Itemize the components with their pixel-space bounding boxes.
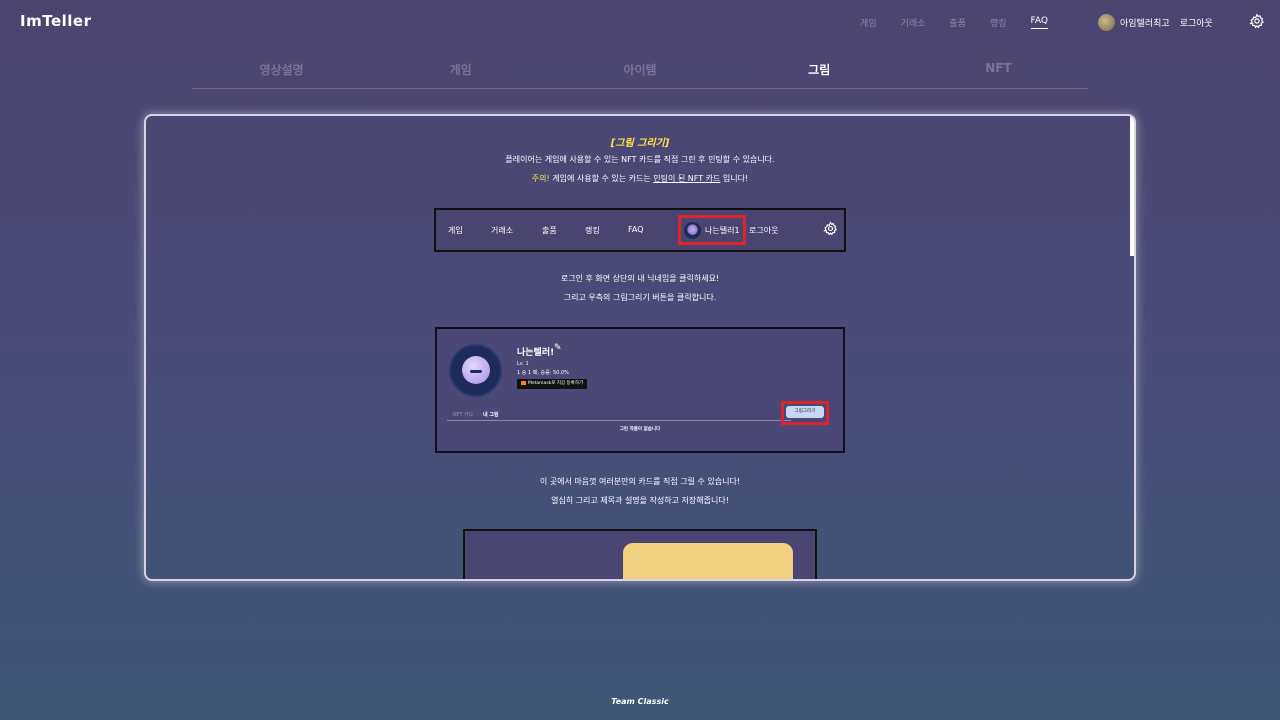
nav-game[interactable]: 게임: [860, 16, 877, 29]
shot-nav-game: 게임: [448, 226, 463, 235]
tab-nft[interactable]: NFT: [909, 55, 1088, 88]
avatar[interactable]: [1098, 14, 1115, 31]
guide-panel[interactable]: [그림 그리기] 플레이어는 게임에 사용할 수 있는 NFT 카드를 직접 그…: [144, 114, 1136, 581]
metamask-button: Metamask로 지갑 등록하기: [517, 379, 588, 389]
warning-label: 주의!: [531, 174, 550, 183]
nav-ranking[interactable]: 랭킹: [990, 16, 1007, 29]
highlight-box: [678, 215, 746, 245]
app-logo[interactable]: ImTeller: [20, 12, 91, 30]
nav-market[interactable]: 거래소: [901, 16, 926, 29]
profile-name: 나는텔러!: [517, 348, 555, 358]
draw-button: 그림그리기: [786, 406, 824, 418]
shot-logout: 로그아웃: [749, 226, 779, 235]
warning-underlined: 민팅이 된 NFT 카드: [653, 174, 721, 183]
empty-message: 그린 작품이 없습니다: [619, 427, 661, 432]
shot-nav-faq: FAQ: [628, 225, 644, 234]
top-nav: 게임 거래소 출품 랭킹 FAQ: [860, 16, 1072, 29]
profile-tabs-divider: [447, 420, 791, 421]
tab-item[interactable]: 아이템: [550, 55, 729, 88]
category-tabs: 영상설명 게임 아이템 그림 NFT: [192, 55, 1088, 89]
avatar-mustache: [470, 370, 482, 373]
warning-text-a: 게임에 사용할 수 있는 카드는: [549, 174, 654, 183]
metamask-fox-icon: [521, 380, 526, 385]
guide-title: [그림 그리기]: [610, 138, 670, 149]
scrollbar[interactable]: [1130, 116, 1134, 579]
nav-faq[interactable]: FAQ: [1030, 16, 1048, 29]
nav-screenshot: 게임 거래소 출품 랭킹 FAQ 나는텔러1 로그아웃: [434, 208, 846, 252]
guide-desc: 플레이어는 게임에 사용할 수 있는 NFT 카드를 직접 그린 후 민팅할 수…: [505, 155, 775, 164]
edit-pencil-icon: ✎: [554, 343, 562, 353]
card-canvas: [623, 543, 793, 579]
instruction-3: 이 곳에서 마음껏 여러분만의 카드를 직접 그릴 수 있습니다!: [539, 477, 741, 486]
metamask-label: Metamask로 지갑 등록하기: [528, 381, 584, 386]
instruction-1: 로그인 후 화면 상단의 내 닉네임을 클릭하세요!: [560, 274, 720, 283]
warning-text-b: 입니다!: [720, 174, 749, 183]
tab-video[interactable]: 영상설명: [192, 55, 371, 88]
instruction-2: 그리고 우측의 그림그리기 버튼을 클릭합니다.: [563, 293, 717, 302]
nav-submit[interactable]: 출품: [949, 16, 966, 29]
tab-game[interactable]: 게임: [371, 55, 550, 88]
shot-nav-submit: 출품: [542, 226, 557, 235]
profile-screenshot: 나는텔러! ✎ Lv. 1 1 승 1 패, 승률: 50.0% Metamas…: [435, 327, 845, 453]
profile-record: 1 승 1 패, 승률: 50.0%: [517, 370, 569, 376]
profile-avatar: [449, 344, 502, 397]
shot-nav-market: 거래소: [491, 226, 514, 235]
user-menu: 아임텔러최고 로그아웃: [1098, 14, 1213, 31]
profile-tab-nft: NFT 카드: [453, 412, 474, 418]
profile-tab-mine: 내 그림: [483, 412, 499, 418]
shot-gear-icon: [823, 221, 837, 236]
footer-credit: Team Classic: [611, 697, 669, 706]
logout-link[interactable]: 로그아웃: [1180, 16, 1213, 29]
shot-nav-ranking: 랭킹: [585, 226, 600, 235]
instruction-4: 열심히 그리고 제목과 설명을 작성하고 저장해줍니다!: [551, 496, 729, 505]
settings-gear-icon[interactable]: [1249, 13, 1265, 29]
guide-warning: 주의! 게임에 사용할 수 있는 카드는 민팅이 된 NFT 카드 입니다!: [146, 173, 1134, 184]
profile-level: Lv. 1: [517, 361, 529, 367]
username-link[interactable]: 아임텔러최고: [1120, 16, 1170, 29]
drawing-screenshot: [463, 529, 817, 579]
tab-drawing[interactable]: 그림: [730, 55, 909, 88]
